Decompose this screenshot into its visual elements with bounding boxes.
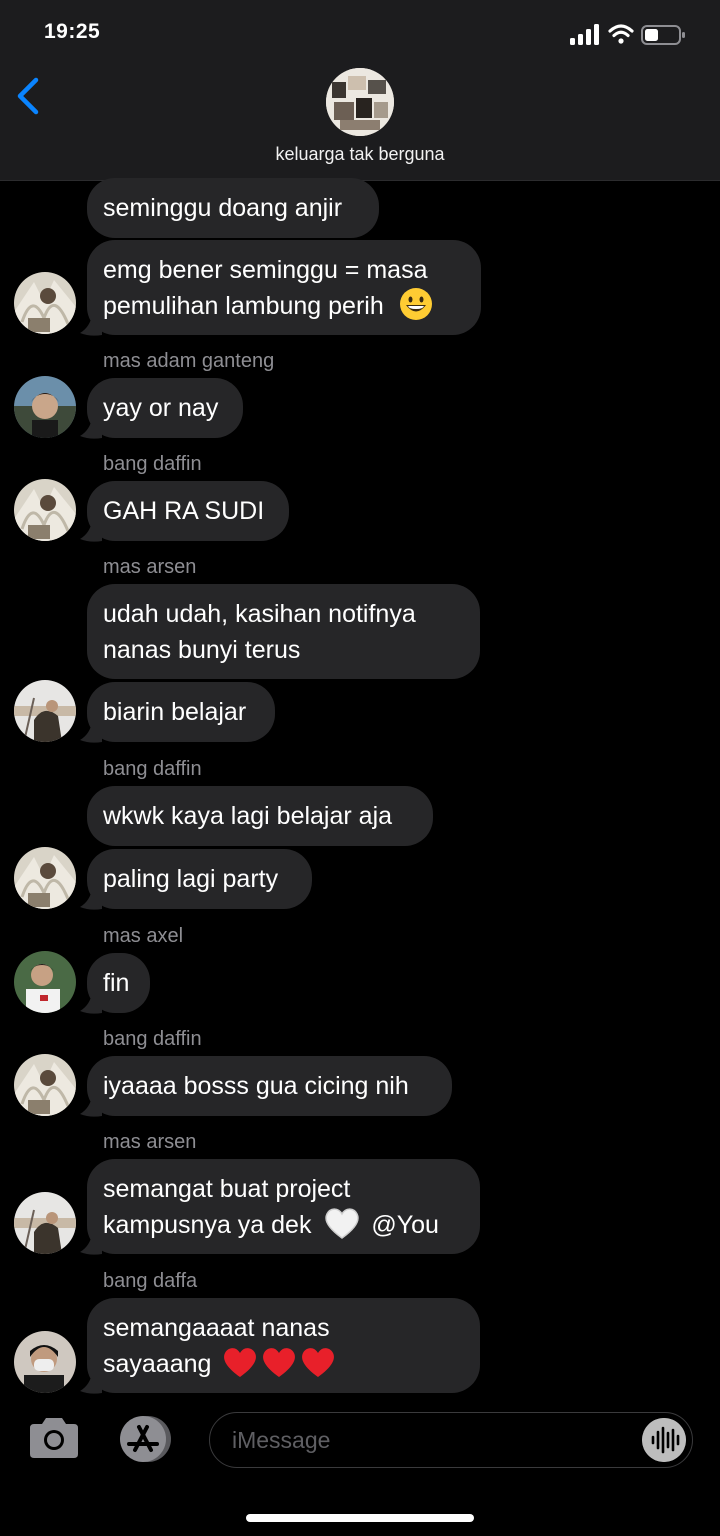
message-bubble[interactable]: emg bener seminggu = masa pemulihan lamb… bbox=[87, 240, 481, 335]
message-text: yay or nay bbox=[103, 394, 219, 422]
battery-icon bbox=[641, 25, 685, 45]
sender-name: bang daffin bbox=[103, 1028, 202, 1050]
avatar-mas-axel[interactable] bbox=[14, 951, 76, 1013]
avatar-mas-arsen[interactable] bbox=[14, 680, 76, 742]
status-bar: 19:25 bbox=[0, 0, 720, 60]
back-chevron-icon[interactable] bbox=[12, 76, 46, 116]
message-text: sayaaang bbox=[103, 1349, 212, 1378]
message-text: udah udah, kasihan notifnya bbox=[103, 599, 416, 628]
message-bubble[interactable]: udah udah, kasihan notifnya nanas bunyi … bbox=[87, 584, 480, 679]
bubble-tail bbox=[80, 1373, 102, 1394]
message-text: emg bener seminggu = masa bbox=[103, 255, 428, 284]
bubble-tail bbox=[80, 722, 102, 743]
message-text: pemulihan lambung perih bbox=[103, 291, 384, 320]
avatar-mas-arsen[interactable] bbox=[14, 1192, 76, 1254]
message-bubble[interactable]: GAH RA SUDI bbox=[87, 481, 289, 541]
status-icons bbox=[570, 24, 685, 45]
avatar-bang-daffin[interactable] bbox=[14, 479, 76, 541]
message-text: paling lagi party bbox=[103, 865, 279, 893]
avatar-bang-daffin[interactable] bbox=[14, 272, 76, 334]
grinning-face-icon bbox=[399, 287, 432, 320]
group-name[interactable]: keluarga tak berguna bbox=[0, 144, 720, 165]
message-text: semangaaaat nanas bbox=[103, 1313, 330, 1342]
red-hearts-icon bbox=[224, 1348, 335, 1377]
message-text: iyaaaa bosss gua cicing nih bbox=[103, 1072, 409, 1100]
avatar-bang-daffin[interactable] bbox=[14, 847, 76, 909]
bubble-tail bbox=[80, 889, 102, 910]
message-text: fin bbox=[103, 969, 130, 997]
message-bubble[interactable]: iyaaaa bosss gua cicing nih bbox=[87, 1056, 452, 1116]
imessage-input[interactable]: iMessage bbox=[209, 1412, 693, 1468]
sender-name: mas adam ganteng bbox=[103, 350, 275, 372]
message-text: GAH RA SUDI bbox=[103, 497, 265, 525]
message-text: semangat buat project bbox=[103, 1174, 351, 1203]
mention-you[interactable]: @You bbox=[371, 1211, 439, 1239]
message-bubble[interactable]: wkwk kaya lagi belajar aja bbox=[87, 786, 433, 846]
imessage-placeholder: iMessage bbox=[232, 1427, 331, 1453]
sender-name: mas arsen bbox=[103, 556, 197, 578]
wifi-icon bbox=[608, 24, 634, 44]
bubble-tail bbox=[80, 1096, 102, 1117]
app-store-icon[interactable] bbox=[114, 1414, 176, 1464]
message-bubble[interactable]: yay or nay bbox=[87, 378, 243, 438]
message-bubble[interactable]: biarin belajar bbox=[87, 682, 275, 742]
message-text: wkwk kaya lagi belajar aja bbox=[103, 802, 393, 830]
group-avatar[interactable] bbox=[326, 68, 394, 136]
status-time: 19:25 bbox=[44, 20, 101, 43]
message-bubble[interactable]: paling lagi party bbox=[87, 849, 312, 909]
bubble-tail bbox=[80, 418, 102, 439]
white-heart-icon bbox=[325, 1208, 360, 1239]
avatar-bang-daffa[interactable] bbox=[14, 1331, 76, 1393]
signal-icon bbox=[570, 24, 599, 45]
message-bubble[interactable]: semangaaaat nanas sayaaang bbox=[87, 1298, 480, 1393]
bubble-tail bbox=[80, 315, 102, 336]
message-text: kampusnya ya dek bbox=[103, 1210, 312, 1239]
message-text: nanas bunyi terus bbox=[103, 635, 301, 664]
sender-name: bang daffa bbox=[103, 1270, 198, 1292]
avatar-bang-daffin[interactable] bbox=[14, 1054, 76, 1116]
bubble-tail bbox=[80, 1234, 102, 1255]
message-text: seminggu doang anjir bbox=[103, 194, 343, 222]
voice-message-icon[interactable] bbox=[642, 1418, 686, 1462]
sender-name: mas axel bbox=[103, 925, 184, 947]
sender-name: bang daffin bbox=[103, 758, 202, 780]
message-text: biarin belajar bbox=[103, 698, 247, 726]
message-bubble[interactable]: semangat buat project kampusnya ya dek @… bbox=[87, 1159, 480, 1254]
sender-name: mas arsen bbox=[103, 1131, 197, 1153]
conversation-header: keluarga tak berguna bbox=[0, 60, 720, 181]
bubble-tail bbox=[80, 521, 102, 542]
avatar-mas-adam-ganteng[interactable] bbox=[14, 376, 76, 438]
home-indicator[interactable] bbox=[246, 1514, 474, 1522]
camera-icon[interactable] bbox=[26, 1416, 82, 1460]
sender-name: bang daffin bbox=[103, 453, 202, 475]
message-bubble[interactable]: seminggu doang anjir bbox=[87, 178, 379, 238]
bubble-tail bbox=[80, 993, 102, 1014]
